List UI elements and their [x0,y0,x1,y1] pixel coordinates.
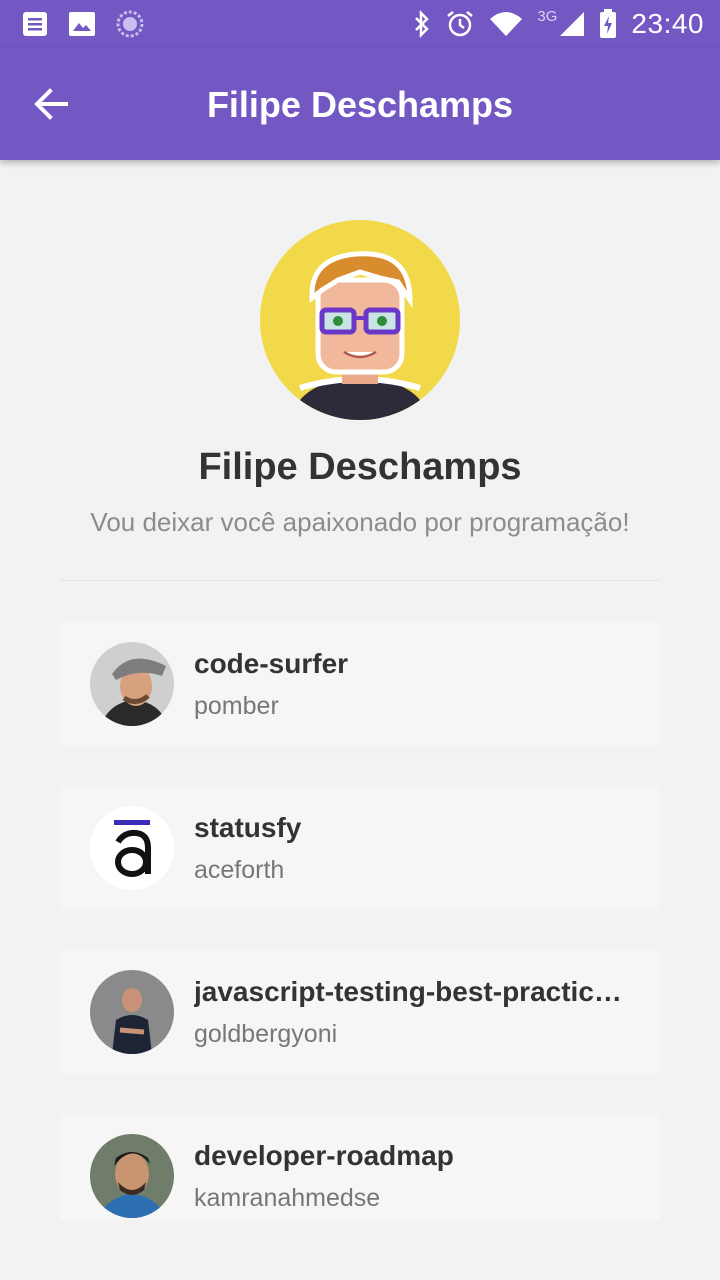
repo-name: statusfy [194,812,302,843]
sync-icon [116,10,144,38]
battery-icon [600,9,617,38]
repo-name: developer-roadmap [194,1140,454,1171]
repo-card[interactable]: code-surfer pomber [60,622,660,746]
profile-avatar [260,220,460,420]
notes-icon [23,12,47,36]
divider [60,580,660,581]
clock: 23:40 [631,8,704,39]
profile-bio: Vou deixar você apaixonado por programaç… [90,507,630,537]
image-icon [69,12,95,36]
signal-icon [560,12,585,36]
wifi-icon [490,12,523,36]
owner-avatar [90,970,174,1054]
repo-owner: aceforth [194,856,285,884]
repo-owner: kamranahmedse [194,1184,381,1212]
bluetooth-icon [415,10,430,38]
repo-owner: goldbergyoni [194,1020,338,1048]
repo-owner: pomber [194,692,279,720]
repo-card[interactable]: developer-roadmap kamranahmedse [60,1114,660,1220]
owner-avatar [90,642,174,726]
owner-avatar [90,1134,174,1218]
repo-name: code-surfer [194,648,349,679]
profile-name: Filipe Deschamps [198,446,522,488]
alarm-icon [447,11,474,37]
app-bar-title: Filipe Deschamps [206,84,514,125]
status-bar: 3G 23:40 [0,0,720,48]
owner-avatar [90,806,174,890]
repo-card[interactable]: javascript-testing-best-practic… goldber… [60,950,660,1074]
app-bar: Filipe Deschamps [0,48,720,160]
repo-card[interactable]: statusfy aceforth [60,786,660,910]
repo-name: javascript-testing-best-practic… [194,976,622,1007]
network-type: 3G [537,7,558,25]
